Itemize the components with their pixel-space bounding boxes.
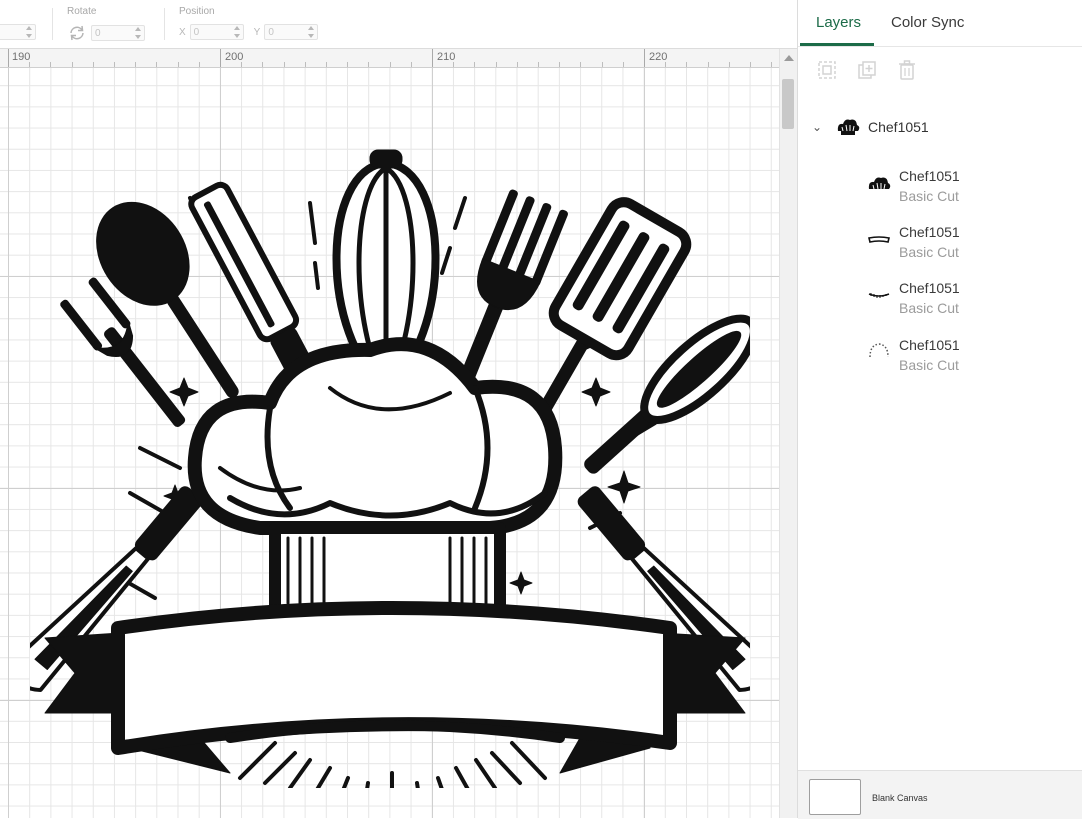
chef-logo-artwork[interactable] [30, 88, 750, 788]
layer-operation: Basic Cut [899, 300, 959, 316]
ruler-minor-tick [750, 62, 751, 67]
ruler-minor-tick [241, 62, 243, 67]
layer-operation: Basic Cut [899, 188, 959, 204]
blank-canvas-label: Blank Canvas [872, 793, 928, 803]
duplicate-icon[interactable] [856, 59, 878, 81]
layer-item[interactable]: Chef1051 Basic Cut [798, 272, 1082, 326]
ruler-minor-tick [495, 62, 497, 67]
rotate-spinner[interactable] [135, 27, 142, 39]
group-icon[interactable] [816, 59, 838, 81]
horizontal-ruler: 190 200 210 220 [0, 49, 794, 68]
ruler-minor-tick [707, 62, 709, 67]
layer-item[interactable]: Chef1051 Basic Cut [798, 329, 1082, 383]
toolbar-divider [164, 8, 165, 40]
band-thumb-icon [868, 236, 890, 243]
vertical-scrollbar[interactable] [779, 49, 797, 818]
design-canvas[interactable] [0, 68, 779, 818]
ruler-major-tick [220, 49, 221, 67]
layers-panel: Layers Color Sync ⌄ Chef1051 Chef1051 Ba… [797, 0, 1082, 819]
ruler-minor-tick [92, 62, 94, 67]
layer-name: Chef1051 [899, 168, 960, 184]
position-group: Position X 0 Y 0 [179, 6, 319, 40]
x-position-field[interactable]: 0 [189, 24, 244, 40]
group-thumb-icon [837, 119, 860, 135]
ruler-minor-tick [71, 62, 73, 67]
ruler-minor-tick [728, 62, 730, 67]
ruler-minor-tick [50, 62, 52, 67]
rotate-icon[interactable] [67, 24, 87, 42]
ruler-minor-tick [601, 62, 603, 67]
ruler-minor-tick [389, 62, 391, 67]
x-spinner[interactable] [233, 26, 241, 38]
ruler-minor-tick [771, 62, 773, 67]
y-position-field[interactable]: 0 [264, 24, 319, 40]
size-group [0, 6, 36, 40]
ruler-major-tick [644, 49, 645, 67]
ruler-minor-tick [474, 62, 476, 67]
chevron-down-icon[interactable]: ⌄ [812, 120, 822, 134]
ruler-minor-tick [135, 62, 137, 67]
rotate-field[interactable]: 0 [91, 25, 145, 41]
rotate-label: Rotate [67, 6, 97, 17]
rotate-group: Rotate 0 [67, 6, 145, 42]
y-spinner[interactable] [308, 26, 315, 38]
tab-layers[interactable]: Layers [816, 14, 861, 31]
dotted-arc-thumb-icon [869, 343, 889, 358]
ruler-minor-tick [304, 62, 306, 67]
ruler-minor-tick [156, 62, 158, 67]
ruler-minor-tick [686, 62, 688, 67]
size-spinner[interactable] [26, 26, 33, 38]
ruler-minor-tick [326, 62, 327, 67]
ruler-minor-tick [177, 62, 179, 67]
size-field[interactable] [0, 24, 36, 40]
toolbar-divider [52, 8, 53, 40]
ruler-major-tick [432, 49, 433, 67]
ruler-minor-tick [410, 62, 412, 67]
layer-item[interactable]: Chef1051 Basic Cut [798, 216, 1082, 270]
ruler-label: 190 [12, 51, 31, 63]
ruler-minor-tick [262, 62, 264, 67]
layer-operation: Basic Cut [899, 357, 959, 373]
ruler-minor-tick [622, 62, 624, 67]
ruler-minor-tick [114, 62, 115, 67]
top-toolbar: Rotate 0 Position X 0 Y 0 [0, 0, 797, 49]
ruler-minor-tick [453, 62, 455, 67]
ruler-minor-tick [368, 62, 370, 67]
position-label: Position [179, 6, 215, 17]
scroll-up-arrow[interactable] [784, 55, 794, 61]
panel-tabs: Layers Color Sync [798, 0, 1082, 47]
scroll-thumb[interactable] [782, 79, 794, 129]
layer-name: Chef1051 [899, 337, 960, 353]
hat-top-thumb-icon [868, 177, 891, 190]
layer-actions [798, 47, 1082, 95]
tab-color-sync[interactable]: Color Sync [891, 14, 964, 31]
layer-group-row[interactable]: ⌄ Chef1051 [798, 100, 1082, 154]
ruler-minor-tick [665, 62, 667, 67]
ruler-minor-tick [283, 62, 285, 67]
ruler-minor-tick [580, 62, 582, 67]
canvas-footer: Blank Canvas [798, 770, 1082, 819]
active-tab-indicator [800, 43, 874, 46]
trash-icon[interactable] [896, 59, 918, 81]
layer-operation: Basic Cut [899, 244, 959, 260]
blank-canvas-swatch[interactable] [809, 779, 861, 815]
ruler-minor-tick [559, 62, 561, 67]
layer-name: Chef1051 [899, 280, 960, 296]
group-name: Chef1051 [868, 119, 929, 135]
stitch-thumb-icon [868, 293, 890, 298]
ruler-minor-tick [516, 62, 518, 67]
ruler-minor-tick [347, 62, 349, 67]
layer-name: Chef1051 [899, 224, 960, 240]
layer-item[interactable]: Chef1051 Basic Cut [798, 160, 1082, 214]
ruler-major-tick [8, 49, 9, 67]
ruler-minor-tick [538, 62, 539, 67]
x-label: X [179, 26, 186, 38]
y-label: Y [253, 26, 261, 38]
ruler-minor-tick [29, 62, 31, 67]
ruler-minor-tick [198, 62, 200, 67]
